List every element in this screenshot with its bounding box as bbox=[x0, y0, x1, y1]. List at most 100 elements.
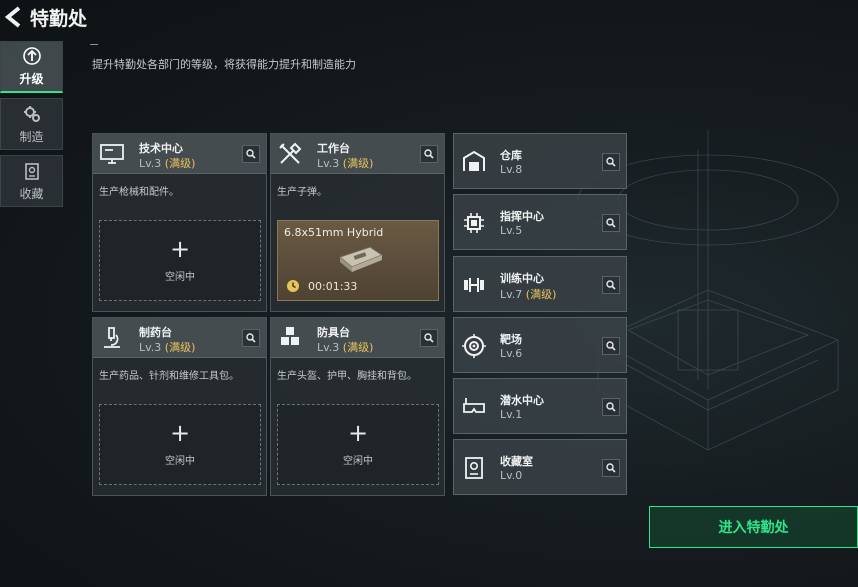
card-tech-center[interactable]: 技术中心 Lv.3 (满级) 生产枪械和配件。 + 空闲中 bbox=[92, 133, 267, 312]
dumbbell-icon bbox=[464, 278, 484, 292]
inspect-button[interactable] bbox=[602, 337, 620, 355]
room-warehouse[interactable]: 仓库 Lv.8 bbox=[453, 133, 627, 189]
crafting-slot[interactable]: 6.8x51mm Hybrid 00:01:33 bbox=[277, 220, 439, 301]
maxed-badge: (满级) bbox=[525, 288, 557, 301]
room-shooting-range[interactable]: 靶场 Lv.6 bbox=[453, 317, 627, 373]
card-header: 技术中心 Lv.3 (满级) bbox=[93, 134, 266, 174]
page-subtitle: 提升特勤处各部门的等级，将获得能力提升和制造能力 bbox=[92, 58, 356, 71]
card-title: 技术中心 bbox=[139, 142, 183, 155]
card-description: 生产头盔、护甲、胸挂和背包。 bbox=[277, 371, 417, 382]
tab-crafting[interactable]: 制造 bbox=[0, 98, 63, 150]
collection-icon bbox=[24, 162, 39, 180]
card-title: 工作台 bbox=[317, 142, 350, 155]
search-icon bbox=[606, 157, 616, 167]
slot-status: 空闲中 bbox=[343, 456, 373, 467]
tab-collection[interactable]: 收藏 bbox=[0, 155, 63, 207]
room-name: 收藏室 bbox=[500, 455, 533, 468]
diving-mask-icon bbox=[463, 398, 485, 413]
page-title: 特勤处 bbox=[30, 8, 88, 30]
gears-icon bbox=[23, 105, 40, 122]
plus-icon: + bbox=[169, 235, 191, 263]
card-level: Lv.3 (满级) bbox=[317, 341, 374, 354]
room-diving-center[interactable]: 潜水中心 Lv.1 bbox=[453, 378, 627, 434]
search-icon bbox=[246, 333, 256, 343]
production-slot[interactable]: + 空闲中 bbox=[277, 404, 439, 485]
maxed-badge: (满级) bbox=[164, 157, 196, 170]
room-name: 靶场 bbox=[500, 333, 522, 346]
search-icon bbox=[606, 463, 616, 473]
enter-base-button[interactable]: 进入特勤处 bbox=[649, 506, 858, 548]
search-icon bbox=[424, 149, 434, 159]
card-description: 生产枪械和配件。 bbox=[99, 187, 179, 198]
production-slot[interactable]: + 空闲中 bbox=[99, 220, 261, 301]
inspect-button[interactable] bbox=[420, 329, 438, 347]
microscope-icon bbox=[104, 327, 120, 348]
trophy-case-icon bbox=[465, 457, 483, 479]
search-icon bbox=[424, 333, 434, 343]
plus-icon: + bbox=[347, 419, 369, 447]
tab-label: 收藏 bbox=[19, 186, 44, 201]
upgrade-icon bbox=[22, 47, 41, 65]
target-icon bbox=[462, 334, 486, 358]
inspect-button[interactable] bbox=[602, 214, 620, 232]
monitor-icon bbox=[100, 144, 124, 164]
card-description: 生产药品、针剂和维修工具包。 bbox=[99, 371, 239, 382]
crafting-item-name: 6.8x51mm Hybrid bbox=[284, 226, 384, 239]
chip-icon bbox=[464, 213, 484, 233]
card-workbench[interactable]: 工作台 Lv.3 (满级) 生产子弹。 6.8x51mm Hybrid 00:0… bbox=[270, 133, 445, 312]
slot-status: 空闲中 bbox=[165, 272, 195, 283]
inspect-button[interactable] bbox=[420, 145, 438, 163]
inspect-button[interactable] bbox=[242, 145, 260, 163]
room-name: 仓库 bbox=[500, 149, 522, 162]
search-icon bbox=[606, 218, 616, 228]
room-level: Lv.5 bbox=[500, 224, 523, 237]
card-pharmacy[interactable]: 制药台 Lv.3 (满级) 生产药品、针剂和维修工具包。 + 空闲中 bbox=[92, 317, 267, 496]
inspect-button[interactable] bbox=[602, 153, 620, 171]
search-icon bbox=[606, 280, 616, 290]
maxed-badge: (满级) bbox=[342, 341, 374, 354]
production-slot[interactable]: + 空闲中 bbox=[99, 404, 261, 485]
room-command-center[interactable]: 指挥中心 Lv.5 bbox=[453, 194, 627, 250]
card-description: 生产子弹。 bbox=[277, 187, 327, 198]
room-level: Lv.0 bbox=[500, 469, 523, 482]
tab-upgrade[interactable]: 升级 bbox=[0, 41, 63, 93]
warehouse-icon bbox=[463, 150, 485, 171]
inspect-button[interactable] bbox=[602, 398, 620, 416]
maxed-badge: (满级) bbox=[342, 157, 374, 170]
tab-label: 升级 bbox=[19, 72, 44, 86]
divider bbox=[90, 44, 98, 45]
search-icon bbox=[606, 402, 616, 412]
card-armory[interactable]: 防具台 Lv.3 (满级) 生产头盔、护甲、胸挂和背包。 + 空闲中 bbox=[270, 317, 445, 496]
card-title: 防具台 bbox=[317, 326, 350, 339]
room-level: Lv.8 bbox=[500, 163, 523, 176]
room-name: 训练中心 bbox=[500, 272, 544, 285]
card-header: 防具台 Lv.3 (满级) bbox=[271, 318, 444, 358]
room-collection-room[interactable]: 收藏室 Lv.0 bbox=[453, 439, 627, 495]
inspect-button[interactable] bbox=[602, 459, 620, 477]
card-title: 制药台 bbox=[139, 326, 172, 339]
search-icon bbox=[246, 149, 256, 159]
card-header: 制药台 Lv.3 (满级) bbox=[93, 318, 266, 358]
inspect-button[interactable] bbox=[242, 329, 260, 347]
clock-icon bbox=[287, 280, 299, 292]
maxed-badge: (满级) bbox=[164, 341, 196, 354]
search-icon bbox=[606, 341, 616, 351]
header: 特勤处 bbox=[0, 0, 858, 45]
ammo-box-icon bbox=[338, 246, 384, 272]
room-level: Lv.6 bbox=[500, 347, 523, 360]
room-level: Lv.7 (满级) bbox=[500, 288, 557, 301]
card-level: Lv.3 (满级) bbox=[317, 157, 374, 170]
card-header: 工作台 Lv.3 (满级) bbox=[271, 134, 444, 174]
tab-label: 制造 bbox=[19, 129, 44, 144]
room-training-center[interactable]: 训练中心 Lv.7 (满级) bbox=[453, 256, 627, 312]
cubes-icon bbox=[281, 327, 299, 345]
room-level: Lv.1 bbox=[500, 408, 523, 421]
room-name: 潜水中心 bbox=[500, 394, 544, 407]
inspect-button[interactable] bbox=[602, 276, 620, 294]
room-name: 指挥中心 bbox=[500, 210, 544, 223]
slot-status: 空闲中 bbox=[165, 456, 195, 467]
card-level: Lv.3 (满级) bbox=[139, 341, 196, 354]
back-arrow-icon[interactable] bbox=[4, 6, 22, 28]
plus-icon: + bbox=[169, 419, 191, 447]
tools-icon bbox=[279, 142, 302, 164]
